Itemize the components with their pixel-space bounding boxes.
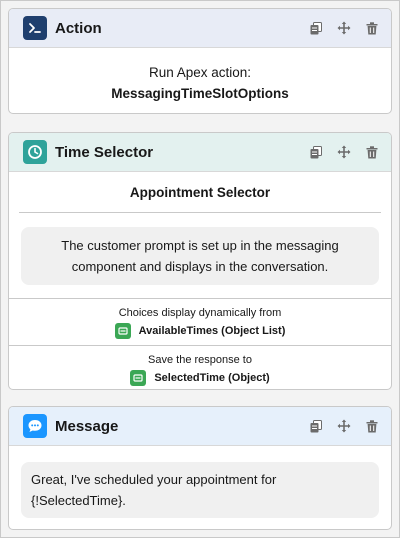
prompt-bubble: The customer prompt is set up in the mes…: [21, 227, 379, 285]
terminal-prompt-icon: [23, 16, 47, 40]
delete-icon[interactable]: [365, 145, 379, 159]
action-line-1: Run Apex action:: [148, 65, 252, 80]
action-card-tools: [309, 21, 379, 35]
action-card-title: Action: [55, 19, 102, 37]
choices-variable[interactable]: AvailableTimes (Object List): [9, 323, 391, 339]
delete-icon[interactable]: [365, 21, 379, 35]
save-variable[interactable]: SelectedTime (Object): [9, 370, 391, 386]
time-selector-card[interactable]: Time Selector Appointment Selector The c…: [8, 132, 392, 390]
message-card-tools: [309, 419, 379, 433]
time-selector-header: Time Selector: [9, 133, 391, 172]
action-card[interactable]: Action Run Apex action: MessagingTimeSlo…: [8, 8, 392, 114]
message-card-header: Message: [9, 407, 391, 446]
choices-section: Choices display dynamically from Availab…: [9, 298, 391, 345]
variable-icon: [114, 323, 131, 339]
delete-icon[interactable]: [365, 419, 379, 433]
save-label: Save the response to: [148, 354, 252, 366]
copy-icon[interactable]: [309, 419, 323, 433]
move-icon[interactable]: [337, 419, 351, 433]
action-name: MessagingTimeSlotOptions: [111, 86, 289, 101]
choices-label: Choices display dynamically from: [118, 307, 282, 319]
move-icon[interactable]: [337, 21, 351, 35]
time-selector-tools: [309, 145, 379, 159]
time-selector-title: Time Selector: [55, 143, 154, 161]
variable-icon: [130, 370, 147, 386]
action-card-header: Action: [9, 9, 391, 48]
selector-divider: [19, 212, 381, 213]
selector-title: Appointment Selector: [129, 185, 271, 200]
move-icon[interactable]: [337, 145, 351, 159]
chat-bubble-icon: [23, 414, 47, 438]
message-text: Great, I've scheduled your appointment f…: [21, 462, 379, 518]
copy-icon[interactable]: [309, 145, 323, 159]
choices-value: AvailableTimes (Object List): [138, 325, 286, 337]
clock-icon: [23, 140, 47, 164]
save-value: SelectedTime (Object): [154, 372, 270, 384]
copy-icon[interactable]: [309, 21, 323, 35]
action-card-body: Run Apex action: MessagingTimeSlotOption…: [9, 48, 391, 113]
message-card-title: Message: [55, 417, 119, 435]
message-card[interactable]: Message Great, I've scheduled your appoi…: [8, 406, 392, 530]
save-section: Save the response to SelectedTime (Objec…: [9, 345, 391, 389]
